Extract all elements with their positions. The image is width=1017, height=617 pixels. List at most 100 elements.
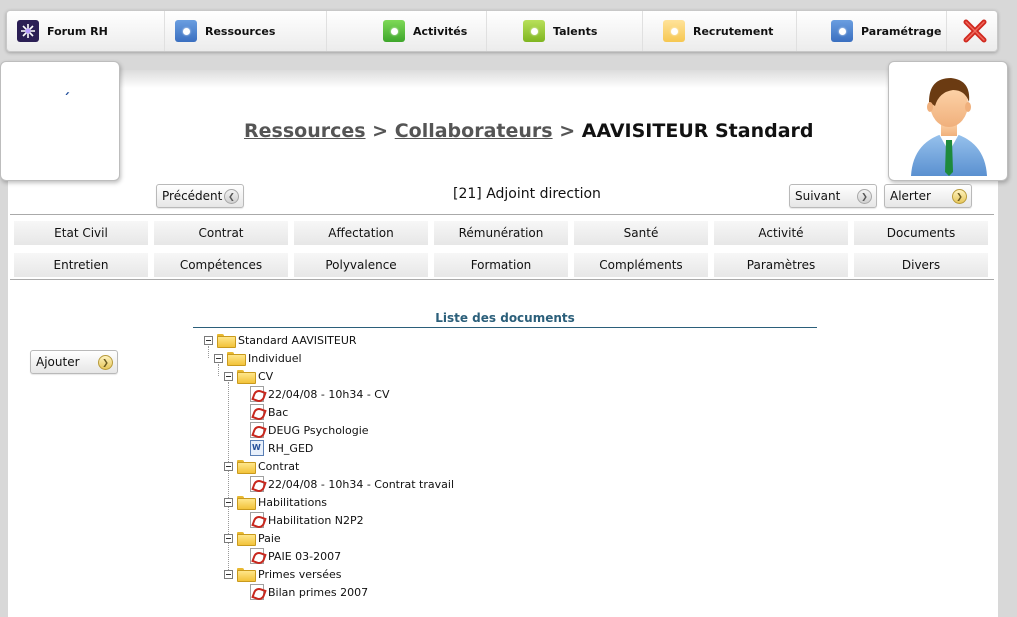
tree-folder-primes-versees[interactable]: Primes versées bbox=[224, 566, 342, 582]
collapse-toggle[interactable] bbox=[224, 371, 233, 381]
tree-item-label: Standard AAVISITEUR bbox=[238, 333, 357, 347]
tab-parametres[interactable]: Paramètres bbox=[714, 253, 848, 277]
tree-folder-habilitations[interactable]: Habilitations bbox=[224, 494, 327, 510]
close-button[interactable] bbox=[961, 17, 989, 45]
tree-folder-standard-aavisiteur[interactable]: Standard AAVISITEUR bbox=[204, 332, 357, 348]
pdf-file-icon bbox=[250, 512, 264, 528]
company-logo-card: ´ bbox=[0, 61, 120, 181]
activites-icon bbox=[383, 20, 405, 42]
nav-item-talents[interactable]: Talents bbox=[487, 11, 643, 51]
breadcrumb: Ressources > Collaborateurs > AAVISITEUR… bbox=[244, 120, 814, 142]
tab-documents[interactable]: Documents bbox=[854, 221, 988, 245]
tree-item-label: Primes versées bbox=[258, 567, 342, 581]
tree-item-label: RH_GED bbox=[268, 441, 314, 455]
tab-contrat[interactable]: Contrat bbox=[154, 221, 288, 245]
forum-icon bbox=[17, 20, 39, 42]
collapse-toggle[interactable] bbox=[224, 461, 233, 471]
recrutement-icon bbox=[663, 20, 685, 42]
tab-remuneration[interactable]: Rémunération bbox=[434, 221, 568, 245]
tree-item-label: Habilitations bbox=[258, 495, 328, 509]
collapse-toggle[interactable] bbox=[224, 497, 233, 507]
tree-file-habilitation-n2p2[interactable]: Habilitation N2P2 bbox=[250, 512, 364, 528]
tab-etat-civil[interactable]: Etat Civil bbox=[14, 221, 148, 245]
breadcrumb-separator: > bbox=[365, 120, 395, 142]
breadcrumb-link-ressources[interactable]: Ressources bbox=[244, 120, 366, 142]
word-file-icon: W bbox=[250, 440, 264, 456]
tree-item-label: Habilitation N2P2 bbox=[268, 513, 364, 527]
tab-affectation[interactable]: Affectation bbox=[294, 221, 428, 245]
tree-item-label: PAIE 03-2007 bbox=[268, 549, 342, 563]
alert-dropdown[interactable]: Alerter ❯ bbox=[884, 184, 972, 208]
nav-item-ressources[interactable]: Ressources bbox=[165, 11, 327, 51]
tab-complements[interactable]: Compléments bbox=[574, 253, 708, 277]
collapse-toggle[interactable] bbox=[224, 533, 233, 543]
tree-item-label: Paie bbox=[258, 531, 281, 545]
pdf-file-icon bbox=[250, 386, 264, 402]
folder-open-icon bbox=[237, 370, 256, 384]
tab-row-1: Etat Civil Contrat Affectation Rémunérat… bbox=[14, 221, 988, 245]
chevron-down-icon: ❯ bbox=[98, 354, 113, 370]
main-panel bbox=[8, 70, 998, 617]
tree-file-cv[interactable]: 22/04/08 - 10h34 - CV bbox=[250, 386, 390, 402]
breadcrumb-link-collaborateurs[interactable]: Collaborateurs bbox=[395, 120, 553, 142]
chevron-left-icon: ❮ bbox=[224, 188, 239, 204]
parametrage-icon bbox=[831, 20, 853, 42]
tabs-area: Etat Civil Contrat Affectation Rémunérat… bbox=[10, 214, 994, 280]
header-shade bbox=[8, 70, 998, 88]
previous-button[interactable]: Précédent ❮ bbox=[156, 184, 244, 208]
add-document-dropdown[interactable]: Ajouter ❯ bbox=[30, 350, 118, 374]
tree-item-label: 22/04/08 - 10h34 - CV bbox=[268, 387, 390, 401]
tab-entretien[interactable]: Entretien bbox=[14, 253, 148, 277]
previous-button-label: Précédent bbox=[162, 189, 223, 203]
close-icon bbox=[963, 19, 987, 43]
tab-formation[interactable]: Formation bbox=[434, 253, 568, 277]
tab-competences[interactable]: Compétences bbox=[154, 253, 288, 277]
tree-file-paie-03-2007[interactable]: PAIE 03-2007 bbox=[250, 548, 341, 564]
pdf-file-icon bbox=[250, 584, 264, 600]
collapse-toggle[interactable] bbox=[224, 569, 233, 579]
tree-guide-line bbox=[228, 382, 229, 576]
tree-folder-paie[interactable]: Paie bbox=[224, 530, 281, 546]
tab-polyvalence[interactable]: Polyvalence bbox=[294, 253, 428, 277]
employee-avatar-card bbox=[888, 61, 1008, 181]
folder-open-icon bbox=[217, 334, 236, 348]
tree-folder-individuel[interactable]: Individuel bbox=[214, 350, 302, 366]
tree-file-bilan-primes-2007[interactable]: Bilan primes 2007 bbox=[250, 584, 368, 600]
nav-item-label: Recrutement bbox=[693, 24, 774, 38]
collapse-toggle[interactable] bbox=[214, 353, 223, 363]
tree-file-contrat-travail[interactable]: 22/04/08 - 10h34 - Contrat travail bbox=[250, 476, 454, 492]
nav-item-forum-rh[interactable]: Forum RH bbox=[7, 11, 165, 51]
folder-open-icon bbox=[237, 568, 256, 582]
tree-file-deug-psychologie[interactable]: DEUG Psychologie bbox=[250, 422, 369, 438]
tab-divers[interactable]: Divers bbox=[854, 253, 988, 277]
pdf-file-icon bbox=[250, 422, 264, 438]
tree-item-label: 22/04/08 - 10h34 - Contrat travail bbox=[268, 477, 455, 491]
breadcrumb-separator: > bbox=[552, 120, 582, 142]
tree-folder-cv[interactable]: CV bbox=[224, 368, 273, 384]
ressources-icon bbox=[175, 20, 197, 42]
pdf-file-icon bbox=[250, 476, 264, 492]
talents-icon bbox=[523, 20, 545, 42]
tree-item-label: DEUG Psychologie bbox=[268, 423, 369, 437]
breadcrumb-current: AAVISITEUR Standard bbox=[581, 120, 814, 142]
nav-item-parametrage[interactable]: Paramétrage bbox=[797, 11, 947, 51]
chevron-right-icon: ❯ bbox=[857, 188, 872, 204]
nav-item-recrutement[interactable]: Recrutement bbox=[643, 11, 797, 51]
alert-dropdown-label: Alerter bbox=[890, 189, 931, 203]
tree-file-bac[interactable]: Bac bbox=[250, 404, 288, 420]
next-button[interactable]: Suivant ❯ bbox=[789, 184, 877, 208]
tab-sante[interactable]: Santé bbox=[574, 221, 708, 245]
tree-item-label: CV bbox=[258, 369, 274, 383]
tree-file-rh-ged[interactable]: W RH_GED bbox=[250, 440, 313, 456]
chevron-down-icon: ❯ bbox=[952, 188, 967, 204]
tab-row-2: Entretien Compétences Polyvalence Format… bbox=[14, 253, 988, 277]
tree-folder-contrat[interactable]: Contrat bbox=[224, 458, 299, 474]
tab-activite[interactable]: Activité bbox=[714, 221, 848, 245]
avatar bbox=[911, 78, 987, 176]
next-button-label: Suivant bbox=[795, 189, 841, 203]
tree-item-label: Bilan primes 2007 bbox=[268, 585, 369, 599]
nav-item-activites[interactable]: Activités bbox=[327, 11, 487, 51]
company-logo: ´ bbox=[63, 92, 70, 108]
top-navigation-bar: Forum RH Ressources Activités Talents Re… bbox=[6, 10, 998, 52]
collapse-toggle[interactable] bbox=[204, 335, 213, 345]
